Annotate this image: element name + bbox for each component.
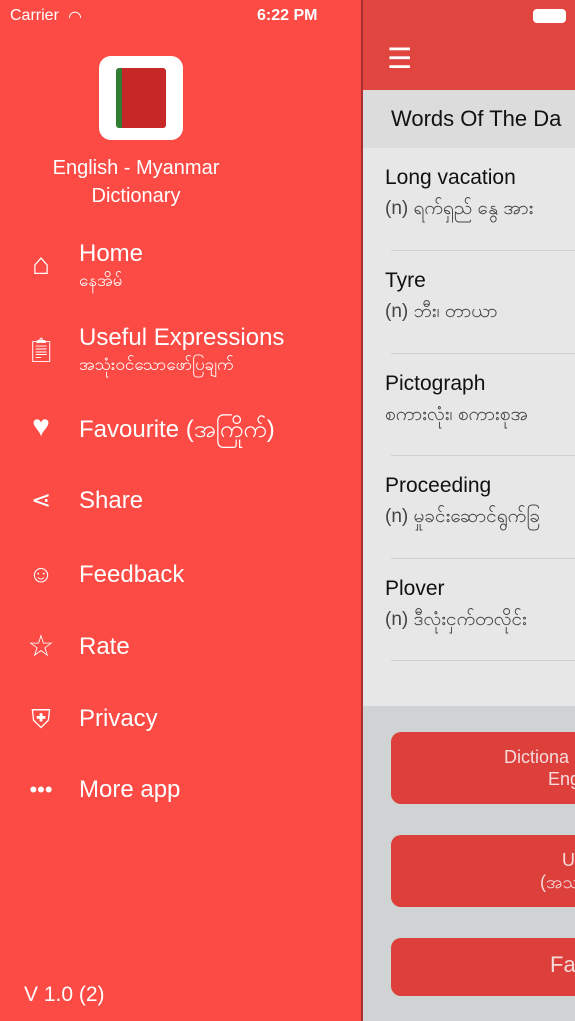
carrier-label: Carrier — [10, 7, 59, 24]
word-definition: (n) ဘီး၊ တာယာ — [385, 301, 498, 322]
feedback-icon: ☺ — [28, 561, 54, 588]
shield-lock-icon: ⛨ — [31, 704, 51, 734]
dictionary-button[interactable]: DictionaEng — [391, 732, 575, 804]
book-icon — [116, 68, 166, 128]
useful-expressions-button[interactable]: U(အသ — [391, 835, 575, 907]
menu-item-more-app[interactable]: ••• More app — [0, 761, 360, 821]
menu-item-useful-expressions[interactable]: 📋︎ Useful Expressions အသုံးဝင်သောဖော်ပြခ… — [0, 320, 360, 380]
menu-label: More app — [79, 776, 181, 803]
menu-label: Privacy — [79, 705, 158, 732]
clipboard-icon: 📋︎ — [25, 337, 57, 364]
word-row[interactable]: Tyre (n) ဘီး၊ တာယာ — [385, 269, 575, 327]
word-title: Plover — [385, 577, 445, 600]
menu-item-favourite[interactable]: ♥ Favourite (အကြိုက်) — [0, 398, 360, 458]
word-definition: (n) ဒီလုံးငှက်တလိုင်း — [385, 609, 527, 630]
word-title: Tyre — [385, 269, 426, 292]
menu-sublabel: အသုံးဝင်သောဖော်ပြချက် — [79, 355, 234, 374]
word-title: Long vacation — [385, 166, 516, 189]
word-row[interactable]: Proceeding (n) မှုခင်းဆောင်ရွက်ခြ — [385, 474, 575, 532]
menu-label: Feedback — [79, 561, 185, 588]
menu-sublabel: နေအိမ် — [79, 271, 123, 290]
menu-label: Home — [79, 240, 144, 267]
word-definition: (n) မှုခင်းဆောင်ရွက်ခြ — [385, 506, 541, 527]
side-drawer: English - Myanmar Dictionary ⌂ Home နေအိ… — [0, 0, 361, 1021]
favourite-button[interactable]: Fa — [391, 938, 575, 996]
main-content: ☰ Words Of The Da Long vacation (n) ရက်ရှ… — [361, 0, 575, 1021]
menu-item-home[interactable]: ⌂ Home နေအိမ် — [0, 236, 360, 296]
menu-label: Rate — [79, 633, 130, 660]
word-row[interactable]: Plover (n) ဒီလုံးငှက်တလိုင်း — [385, 577, 575, 635]
word-row[interactable]: Long vacation (n) ရက်ရှည် နွေ အား — [385, 166, 575, 224]
word-list: Long vacation (n) ရက်ရှည် နွေ အား Tyre (n)… — [363, 148, 575, 706]
app-logo — [99, 56, 183, 140]
divider — [391, 250, 575, 251]
menu-item-share[interactable]: ⋖ Share — [0, 472, 360, 532]
app-title: English - Myanmar Dictionary — [52, 157, 220, 207]
divider — [391, 660, 575, 661]
menu-item-feedback[interactable]: ☺ Feedback — [0, 546, 360, 606]
menu-label: Share — [79, 487, 144, 514]
button-sublabel: Eng — [548, 769, 575, 789]
status-bar: Carrier ◠ 6:22 PM — [0, 0, 575, 32]
share-icon: ⋖ — [30, 487, 52, 514]
section-title: Words Of The Da — [363, 90, 575, 148]
word-definition: (n) ရက်ရှည် နွေ အား — [385, 198, 534, 219]
word-title: Proceeding — [385, 474, 492, 497]
hamburger-menu-icon[interactable]: ☰ — [387, 42, 412, 75]
clock: 6:22 PM — [257, 7, 318, 24]
version-label: V 1.0 (2) — [24, 983, 105, 1006]
word-definition: စကားလုံး၊ စကားစုအ — [385, 404, 528, 425]
heart-icon: ♥ — [32, 410, 50, 443]
menu-item-privacy[interactable]: ⛨ Privacy — [0, 690, 360, 750]
word-title: Pictograph — [385, 372, 486, 395]
wifi-icon: ◠ — [68, 9, 82, 26]
star-icon: ☆ — [27, 630, 55, 663]
divider — [391, 455, 575, 456]
divider — [391, 353, 575, 354]
button-label: U — [562, 850, 575, 870]
divider — [391, 558, 575, 559]
word-row[interactable]: Pictograph စကားလုံး၊ စကားစုအ — [385, 372, 575, 430]
more-dots-icon: ••• — [29, 777, 53, 802]
menu-label: Favourite (အကြိုက်) — [79, 416, 275, 443]
battery-icon — [533, 9, 566, 23]
home-icon: ⌂ — [31, 248, 51, 281]
button-sublabel: (အသ — [540, 872, 575, 892]
menu-item-rate[interactable]: ☆ Rate — [0, 618, 360, 678]
button-label: Dictiona — [504, 747, 570, 767]
button-label: Fa — [550, 952, 575, 977]
menu-label: Useful Expressions — [79, 324, 285, 351]
